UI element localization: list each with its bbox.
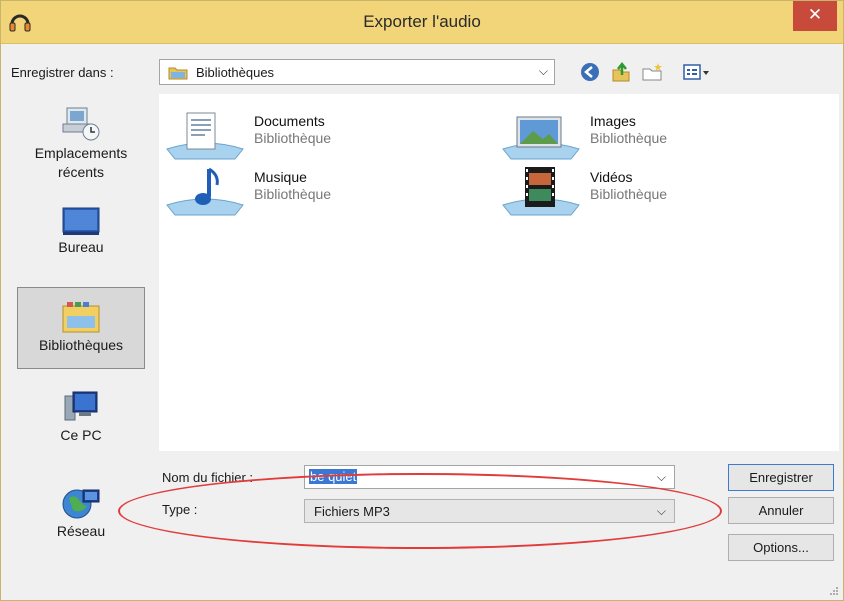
filename-input[interactable]: be quiet ⌵ (304, 465, 675, 489)
library-name: Vidéos (590, 169, 633, 185)
save-button[interactable]: Enregistrer (728, 464, 834, 491)
library-item-documents[interactable]: Documents Bibliothèque (165, 109, 465, 165)
up-folder-icon[interactable] (610, 61, 632, 83)
computer-icon (64, 391, 98, 421)
resize-grip-icon[interactable] (829, 586, 839, 596)
chevron-down-icon: ⌵ (538, 64, 548, 78)
library-name: Musique (254, 169, 307, 185)
view-menu-icon[interactable] (682, 61, 712, 83)
library-name: Images (590, 113, 636, 129)
libraries-icon (62, 302, 100, 333)
title-bar[interactable]: Exporter l'audio ✕ (1, 1, 843, 44)
place-this-pc-label: Ce PC (60, 427, 102, 443)
place-libraries[interactable]: Bibliothèques (17, 287, 145, 369)
file-type-value: Fichiers MP3 (314, 504, 390, 519)
library-item-images[interactable]: Images Bibliothèque (501, 109, 801, 165)
file-type-select[interactable]: Fichiers MP3 ⌵ (304, 499, 675, 523)
place-this-pc[interactable]: Ce PC (17, 390, 145, 445)
place-network-label: Réseau (56, 523, 106, 539)
library-type: Bibliothèque (590, 186, 668, 202)
library-folder-icon (168, 67, 188, 80)
close-button[interactable]: ✕ (793, 1, 837, 31)
places-bar: Emplacements récents Bureau Bibliothèque… (11, 94, 150, 586)
options-button[interactable]: Options... (728, 534, 834, 561)
library-type: Bibliothèque (254, 130, 332, 146)
new-folder-icon[interactable] (641, 61, 663, 83)
place-recent[interactable]: Emplacements récents (17, 106, 145, 182)
library-type: Bibliothèque (590, 130, 668, 146)
filename-label: Nom du fichier : (162, 470, 254, 485)
filename-value: be quiet (309, 469, 358, 484)
library-type: Bibliothèque (254, 186, 332, 202)
place-desktop-label: Bureau (58, 239, 104, 255)
place-recent-label-2: récents (58, 164, 104, 180)
place-recent-label-1: Emplacements (34, 145, 128, 161)
back-icon[interactable] (579, 61, 601, 83)
chevron-down-icon: ⌵ (656, 504, 666, 518)
network-icon (62, 489, 100, 519)
cancel-button[interactable]: Annuler (728, 497, 834, 524)
file-list: Documents Bibliothèque Images Bibliothèq… (159, 94, 839, 451)
export-audio-dialog: Exporter l'audio ✕ Enregistrer dans : Bi… (0, 0, 844, 601)
chevron-down-icon[interactable]: ⌵ (657, 470, 666, 485)
place-libraries-label: Bibliothèques (38, 337, 124, 353)
library-name: Documents (254, 113, 325, 129)
library-item-music[interactable]: Musique Bibliothèque (165, 165, 465, 221)
save-in-value: Bibliothèques (196, 65, 275, 80)
images-library-icon (502, 116, 580, 160)
place-desktop[interactable]: Bureau (17, 204, 145, 257)
type-label: Type : (162, 502, 198, 517)
videos-library-icon (502, 167, 580, 216)
desktop-icon (62, 207, 100, 235)
place-network[interactable]: Réseau (17, 484, 145, 541)
recent-places-icon (62, 107, 100, 141)
save-in-label: Enregistrer dans : (11, 65, 114, 80)
save-in-combo[interactable]: Bibliothèques ⌵ (159, 59, 555, 85)
window-title: Exporter l'audio (363, 12, 481, 31)
music-library-icon (166, 167, 244, 216)
documents-library-icon (166, 112, 244, 160)
library-item-videos[interactable]: Vidéos Bibliothèque (501, 165, 801, 221)
